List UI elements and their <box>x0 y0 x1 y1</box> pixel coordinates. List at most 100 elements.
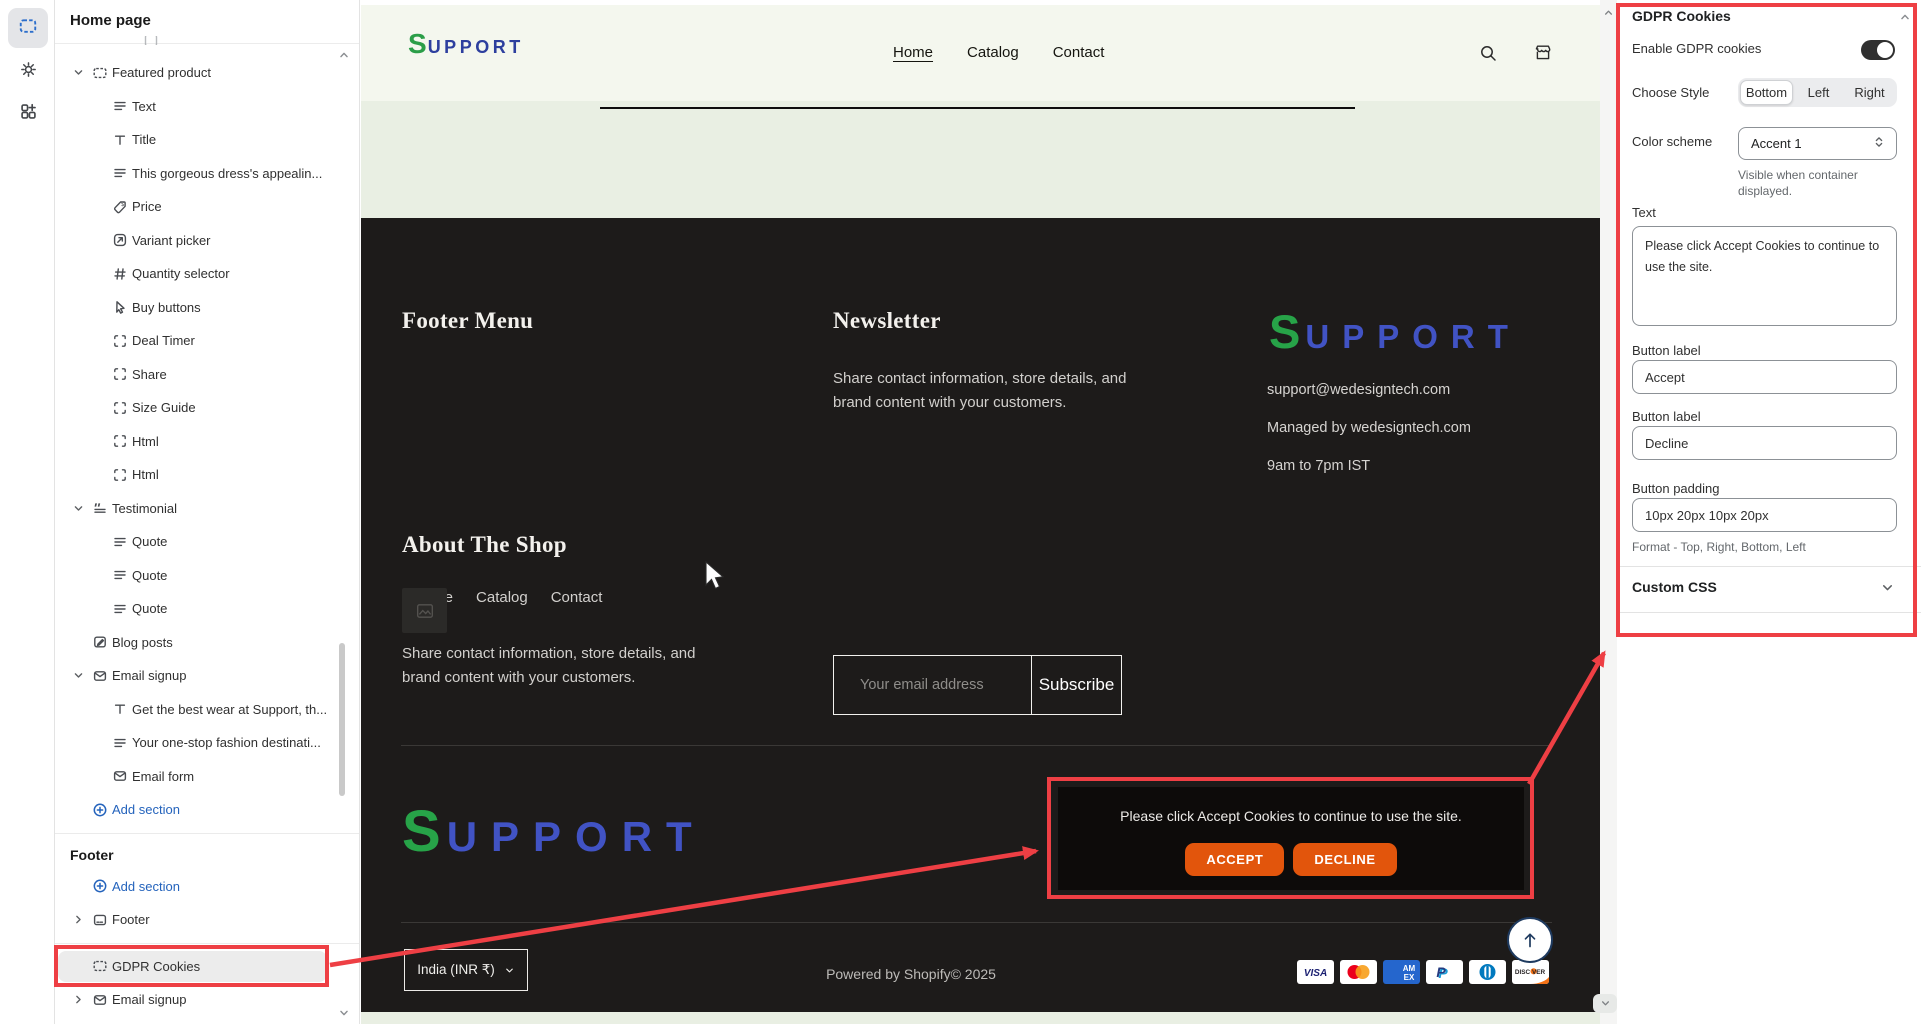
text-icon <box>112 601 132 617</box>
email-icon <box>92 668 112 684</box>
tree-item-deal-timer[interactable]: Deal Timer <box>55 324 359 358</box>
store-nav: Home Catalog Contact <box>893 44 1104 61</box>
button-padding-input[interactable]: 10px 20px 10px 20px <box>1632 498 1897 532</box>
footer-logo: S UPPORT <box>1269 304 1521 359</box>
email-icon <box>92 992 112 1008</box>
app-block-icon <box>112 400 132 416</box>
tree-item-footer[interactable]: Footer <box>55 903 359 937</box>
payment-paypal-icon: PP <box>1426 960 1463 984</box>
footer-icon <box>92 912 112 928</box>
tree-item-quantity-selector[interactable]: Quantity selector <box>55 257 359 291</box>
footer-link-catalog[interactable]: Catalog <box>476 589 528 606</box>
text-icon <box>112 735 132 751</box>
scroll-to-top-button[interactable] <box>1507 917 1553 963</box>
tree-item-add-section[interactable]: Add section <box>55 870 359 904</box>
app-block-icon <box>112 366 132 382</box>
tree-item-get-the-best-wear-at-support-th[interactable]: Get the best wear at Support, th... <box>55 693 359 727</box>
style-option-left[interactable]: Left <box>1793 80 1844 105</box>
tree-item-text[interactable]: Text <box>55 90 359 124</box>
nav-link-home[interactable]: Home <box>893 44 933 61</box>
search-icon[interactable] <box>1478 43 1498 63</box>
accept-cookies-button[interactable]: ACCEPT <box>1185 843 1284 876</box>
storefront-icon[interactable] <box>1533 43 1553 63</box>
tree-item-price[interactable]: $Price <box>55 190 359 224</box>
button-label-2: Button label <box>1632 409 1701 424</box>
scrollbar-up-icon[interactable] <box>1602 6 1615 24</box>
tree-item-size-guide[interactable]: Size Guide <box>55 391 359 425</box>
theme-settings-button[interactable] <box>8 52 48 92</box>
tree-item-featured-product[interactable]: Featured product <box>55 56 359 90</box>
tree-item-variant-picker[interactable]: Variant picker <box>55 224 359 258</box>
country-selector[interactable]: India (INR ₹) <box>404 949 528 991</box>
page-title: Home page <box>70 12 151 29</box>
sidebar-scroll-down-icon[interactable] <box>337 1006 351 1024</box>
cookie-text-input[interactable]: Please click Accept Cookies to continue … <box>1632 226 1897 326</box>
accept-label-input[interactable]: Accept <box>1632 360 1897 394</box>
scrollbar-down-icon[interactable] <box>1593 994 1617 1013</box>
tree-item-html[interactable]: Html <box>55 425 359 459</box>
color-scheme-help: Visible when container displayed. <box>1738 167 1898 199</box>
style-option-right[interactable]: Right <box>1844 80 1895 105</box>
svg-text:P: P <box>1436 964 1446 980</box>
tree-item-this-gorgeous-dress-s-appealin[interactable]: This gorgeous dress's appealin... <box>55 157 359 191</box>
panel-divider <box>1620 566 1921 567</box>
tree-item-blog-posts[interactable]: Blog posts <box>55 626 359 660</box>
chevron-spacer <box>72 802 92 818</box>
nav-link-catalog[interactable]: Catalog <box>967 44 1019 61</box>
chevron-down-icon[interactable] <box>72 668 92 684</box>
svg-text:EX: EX <box>1404 973 1415 982</box>
preview-scrollbar[interactable] <box>1600 0 1617 1024</box>
decline-cookies-button[interactable]: DECLINE <box>1293 843 1396 876</box>
tree-item-quote[interactable]: Quote <box>55 592 359 626</box>
color-scheme-select[interactable]: Accent 1 <box>1738 127 1897 160</box>
store-footer-section: Footer Menu HomeCatalogContact Newslette… <box>361 218 1600 1012</box>
nav-link-contact[interactable]: Contact <box>1053 44 1105 61</box>
chevron-spacer <box>72 958 92 974</box>
style-option-bottom[interactable]: Bottom <box>1740 80 1793 105</box>
storefront-preview: SUPPORT HomeCatalogContact Footer Menu H… <box>361 0 1600 1024</box>
enable-gdpr-toggle[interactable] <box>1861 40 1895 60</box>
chevron-down-icon[interactable] <box>1880 580 1895 600</box>
chevron-down-icon <box>504 965 515 976</box>
tree-item-quote[interactable]: Quote <box>55 559 359 593</box>
tree-item-buy-buttons[interactable]: Buy buttons <box>55 291 359 325</box>
chevron-down-icon[interactable] <box>72 500 92 516</box>
sections-sidebar: Home page Featured productTextTitleThis … <box>55 0 360 1024</box>
store-logo[interactable]: SUPPORT <box>408 28 524 60</box>
panel-divider <box>1620 612 1921 613</box>
section-divider-line <box>600 107 1355 109</box>
button-padding-label: Button padding <box>1632 481 1719 496</box>
custom-css-label[interactable]: Custom CSS <box>1632 579 1717 595</box>
chevron-down-icon[interactable] <box>72 65 92 81</box>
tree-item-your-one-stop-fashion-destinati[interactable]: Your one-stop fashion destinati... <box>55 726 359 760</box>
panel-scroll-up-icon[interactable] <box>1898 10 1912 29</box>
tree-item-email-form[interactable]: Email form <box>55 760 359 794</box>
tree-item-testimonial[interactable]: Testimonial <box>55 492 359 526</box>
tree-item-share[interactable]: Share <box>55 358 359 392</box>
newsletter-heading: Newsletter <box>833 308 941 334</box>
chevron-right-icon[interactable] <box>72 912 92 928</box>
variant-icon <box>112 232 132 248</box>
add-icon <box>92 802 112 818</box>
chevron-right-icon[interactable] <box>72 992 92 1008</box>
sidebar-scrollbar-thumb[interactable] <box>339 643 345 796</box>
button-label-1: Button label <box>1632 343 1701 358</box>
tree-item-email-signup[interactable]: Email signup <box>55 659 359 693</box>
tree-item-html[interactable]: Html <box>55 458 359 492</box>
text-icon <box>112 165 132 181</box>
tree-item-quote[interactable]: Quote <box>55 525 359 559</box>
tree-item-email-signup[interactable]: Email signup <box>55 983 359 1012</box>
sections-tab-button[interactable] <box>8 8 48 48</box>
app-embeds-button[interactable] <box>8 94 48 134</box>
decline-label-input[interactable]: Decline <box>1632 426 1897 460</box>
tree-item-title[interactable]: Title <box>55 123 359 157</box>
tree-item-add-section[interactable]: Add section <box>55 793 359 827</box>
choose-style-label: Choose Style <box>1632 85 1709 100</box>
style-segmented-control: BottomLeftRight <box>1738 78 1897 107</box>
footer-link-contact[interactable]: Contact <box>551 589 603 606</box>
text-icon <box>112 567 132 583</box>
payment-amex-icon: AMEX <box>1383 960 1420 984</box>
email-input[interactable]: Your email address <box>834 656 1031 714</box>
tree-item-gdpr-cookies[interactable]: GDPR Cookies <box>55 950 359 984</box>
subscribe-button[interactable]: Subscribe <box>1031 656 1121 714</box>
